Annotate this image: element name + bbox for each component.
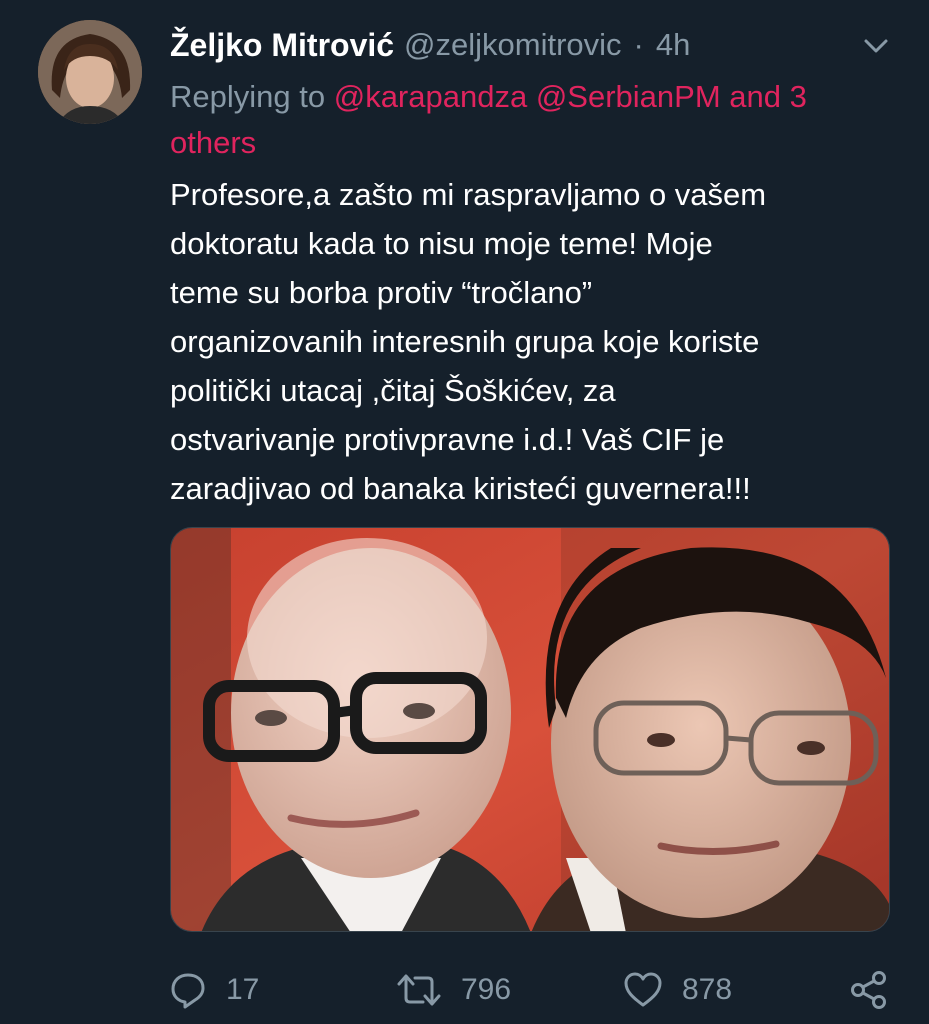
display-name[interactable]: Željko Mitrović xyxy=(170,27,394,64)
avatar[interactable] xyxy=(38,20,142,124)
reply-count: 17 xyxy=(226,973,260,1006)
share-button[interactable] xyxy=(848,968,890,1012)
tweet-photo[interactable] xyxy=(170,527,890,932)
avatar-image xyxy=(38,20,142,124)
tweet-actions: 17 796 878 xyxy=(0,960,929,1020)
heart-icon xyxy=(624,972,662,1007)
share-icon xyxy=(851,971,886,1009)
replying-to: Replying to @karapandza @SerbianPM and 3… xyxy=(170,74,890,166)
tweet-text-line: doktoratu kada to nisu moje teme! Moje xyxy=(170,226,713,261)
others-link[interactable]: and 3 xyxy=(729,79,807,114)
tweet-text: Profesore,a zašto mi raspravljamo o vaše… xyxy=(170,170,890,513)
tweet-text-line: Profesore,a zašto mi raspravljamo o vaše… xyxy=(170,177,767,212)
retweet-button[interactable]: 796 xyxy=(395,968,511,1012)
reply-icon xyxy=(171,973,205,1009)
photo-of-two-men xyxy=(171,528,889,931)
tweet-text-line: teme su borba protiv “tročlano” xyxy=(170,275,593,310)
others-link[interactable]: others xyxy=(170,125,256,160)
like-button[interactable]: 878 xyxy=(622,968,732,1012)
timestamp[interactable]: 4h xyxy=(656,27,690,63)
chevron-down-icon[interactable] xyxy=(860,30,892,62)
tweet-header: Željko Mitrović @zeljkomitrovic · 4h xyxy=(170,22,890,68)
tweet[interactable]: Željko Mitrović @zeljkomitrovic · 4h Rep… xyxy=(0,0,929,1024)
tweet-text-line: politički utacaj ,čitaj Šoškićev, za xyxy=(170,373,616,408)
tweet-text-line: organizovanih interesnih grupa koje kori… xyxy=(170,324,760,359)
reply-button[interactable]: 17 xyxy=(168,968,259,1012)
mention-link[interactable]: @SerbianPM xyxy=(536,79,721,114)
replying-to-label: Replying to xyxy=(170,79,334,114)
retweet-count: 796 xyxy=(461,973,512,1006)
tweet-text-line: ostvarivanje protivpravne i.d.! Vaš CIF … xyxy=(170,422,725,457)
user-handle[interactable]: @zeljkomitrovic xyxy=(404,27,622,63)
mention-link[interactable]: @karapandza xyxy=(334,79,527,114)
separator-dot: · xyxy=(633,27,644,62)
like-count: 878 xyxy=(682,973,733,1006)
retweet-icon xyxy=(397,974,441,1006)
tweet-text-line: zaradjivao od banaka kiristeći guvernera… xyxy=(170,471,751,506)
